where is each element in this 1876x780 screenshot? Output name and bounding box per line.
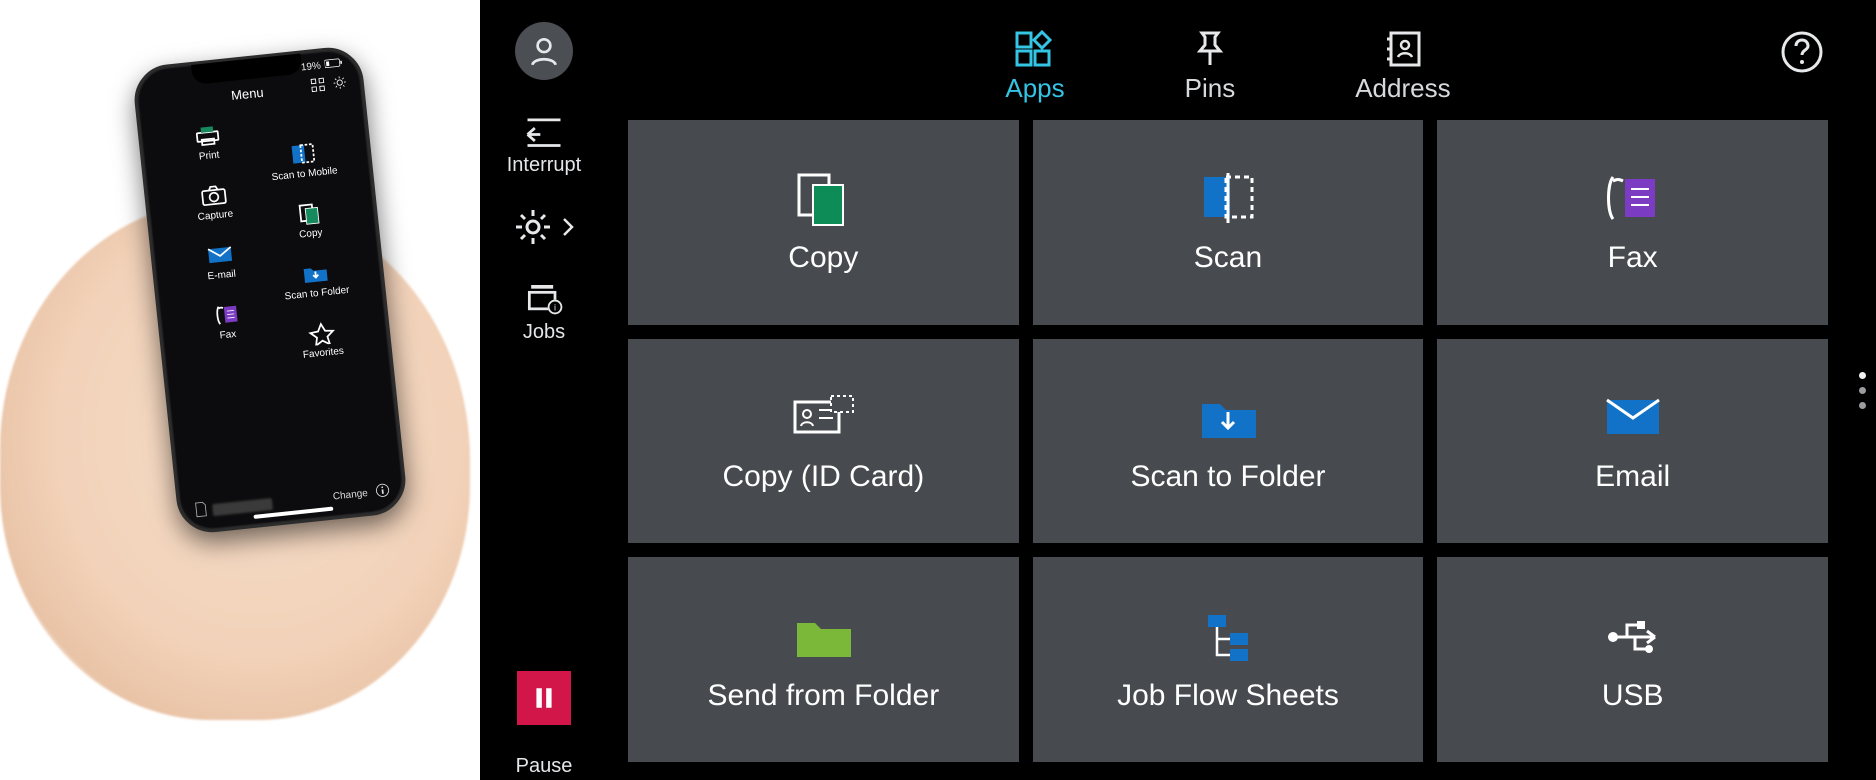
address-book-icon (1379, 29, 1427, 69)
phone-app-grid: Print Scan to Mobile Capture Copy E-mail… (140, 98, 402, 497)
phone-app-print[interactable]: Print (160, 110, 256, 175)
phone-app-capture[interactable]: Capture (166, 170, 262, 235)
phone-app-scan-to-mobile[interactable]: Scan to Mobile (255, 128, 351, 193)
app-grid: Copy Scan Fax Copy (ID Card) Scan to Fol… (608, 104, 1848, 780)
tab-label: Pins (1185, 73, 1236, 104)
tab-label: Address (1355, 73, 1450, 104)
page-dot (1859, 372, 1866, 379)
battery-icon (324, 57, 343, 72)
app-tile-label: Send from Folder (707, 679, 939, 713)
app-tile-copy[interactable]: Copy (628, 120, 1019, 325)
sidebar-item-interrupt[interactable]: Interrupt (507, 110, 581, 177)
app-tile-scan[interactable]: Scan (1033, 120, 1424, 325)
phone-app-label: Scan to Folder (284, 285, 350, 303)
app-tile-label: Fax (1608, 241, 1658, 275)
app-tile-job-flow-sheets[interactable]: Job Flow Sheets (1033, 557, 1424, 762)
pin-icon (1186, 29, 1234, 69)
chevron-right-icon (561, 217, 575, 237)
page-dot (1859, 387, 1866, 394)
panel-sidebar: Interrupt i Jobs Pause (480, 0, 608, 780)
page-dot (1859, 402, 1866, 409)
app-tile-email[interactable]: Email (1437, 339, 1828, 544)
help-icon (1780, 30, 1824, 74)
app-tile-label: Scan to Folder (1130, 460, 1325, 494)
status-battery-pct: 19% (300, 60, 321, 73)
app-tile-label: Copy (788, 241, 858, 275)
app-tile-copy-id-card[interactable]: Copy (ID Card) (628, 339, 1019, 544)
sidebar-item-label: Jobs (523, 321, 565, 344)
phone-app-label: Fax (219, 329, 237, 342)
phone-app-label: Scan to Mobile (271, 165, 338, 183)
app-tile-label: USB (1602, 679, 1664, 713)
user-button[interactable] (515, 22, 573, 80)
page-indicator[interactable] (1848, 0, 1876, 780)
phone-mockup-area: 9:51 19% Menu Prin (0, 0, 480, 780)
app-tile-send-from-folder[interactable]: Send from Folder (628, 557, 1019, 762)
panel-main: Apps Pins Address Copy Scan (608, 0, 1848, 780)
phone-app-fax[interactable]: Fax (178, 289, 274, 354)
printer-panel: Interrupt i Jobs Pause Apps Pins (480, 0, 1876, 780)
sidebar-item-label: Interrupt (507, 154, 581, 177)
tab-pins[interactable]: Pins (1185, 29, 1236, 104)
phone-app-label: Capture (197, 208, 234, 223)
phone-app-copy[interactable]: Copy (261, 188, 357, 253)
memory-card-icon (194, 501, 208, 521)
top-nav: Apps Pins Address (608, 8, 1848, 104)
info-icon[interactable] (375, 483, 391, 501)
app-tile-label: Scan (1194, 241, 1262, 275)
phone-change-button[interactable]: Change (332, 488, 368, 503)
app-tile-fax[interactable]: Fax (1437, 120, 1828, 325)
svg-text:i: i (554, 303, 556, 313)
app-tile-label: Email (1595, 460, 1670, 494)
phone-app-label: Copy (299, 227, 323, 240)
smartphone-frame: 9:51 19% Menu Prin (131, 44, 409, 535)
sidebar-item-jobs[interactable]: i Jobs (522, 277, 566, 344)
tab-address[interactable]: Address (1355, 29, 1450, 104)
pause-icon (531, 685, 557, 711)
signal-icon (151, 78, 152, 89)
tab-label: Apps (1005, 73, 1064, 104)
gear-icon[interactable] (332, 75, 348, 93)
phone-app-label: E-mail (207, 269, 236, 283)
app-tile-usb[interactable]: USB (1437, 557, 1828, 762)
pause-button[interactable] (517, 671, 571, 725)
phone-app-label: Print (198, 150, 220, 163)
phone-app-email[interactable]: E-mail (172, 229, 268, 294)
tab-apps[interactable]: Apps (1005, 29, 1064, 104)
app-tile-label: Job Flow Sheets (1117, 679, 1339, 713)
grid-icon[interactable] (310, 77, 326, 95)
app-tile-scan-to-folder[interactable]: Scan to Folder (1033, 339, 1424, 544)
help-button[interactable] (1780, 30, 1824, 74)
pause-label: Pause (516, 755, 573, 778)
apps-grid-icon (1011, 29, 1059, 69)
phone-app-scan-to-folder[interactable]: Scan to Folder (268, 248, 364, 313)
phone-app-favorites[interactable]: Favorites (274, 307, 370, 372)
phone-app-label: Favorites (302, 346, 344, 361)
sidebar-item-settings[interactable] (513, 207, 575, 247)
app-tile-label: Copy (ID Card) (722, 460, 924, 494)
